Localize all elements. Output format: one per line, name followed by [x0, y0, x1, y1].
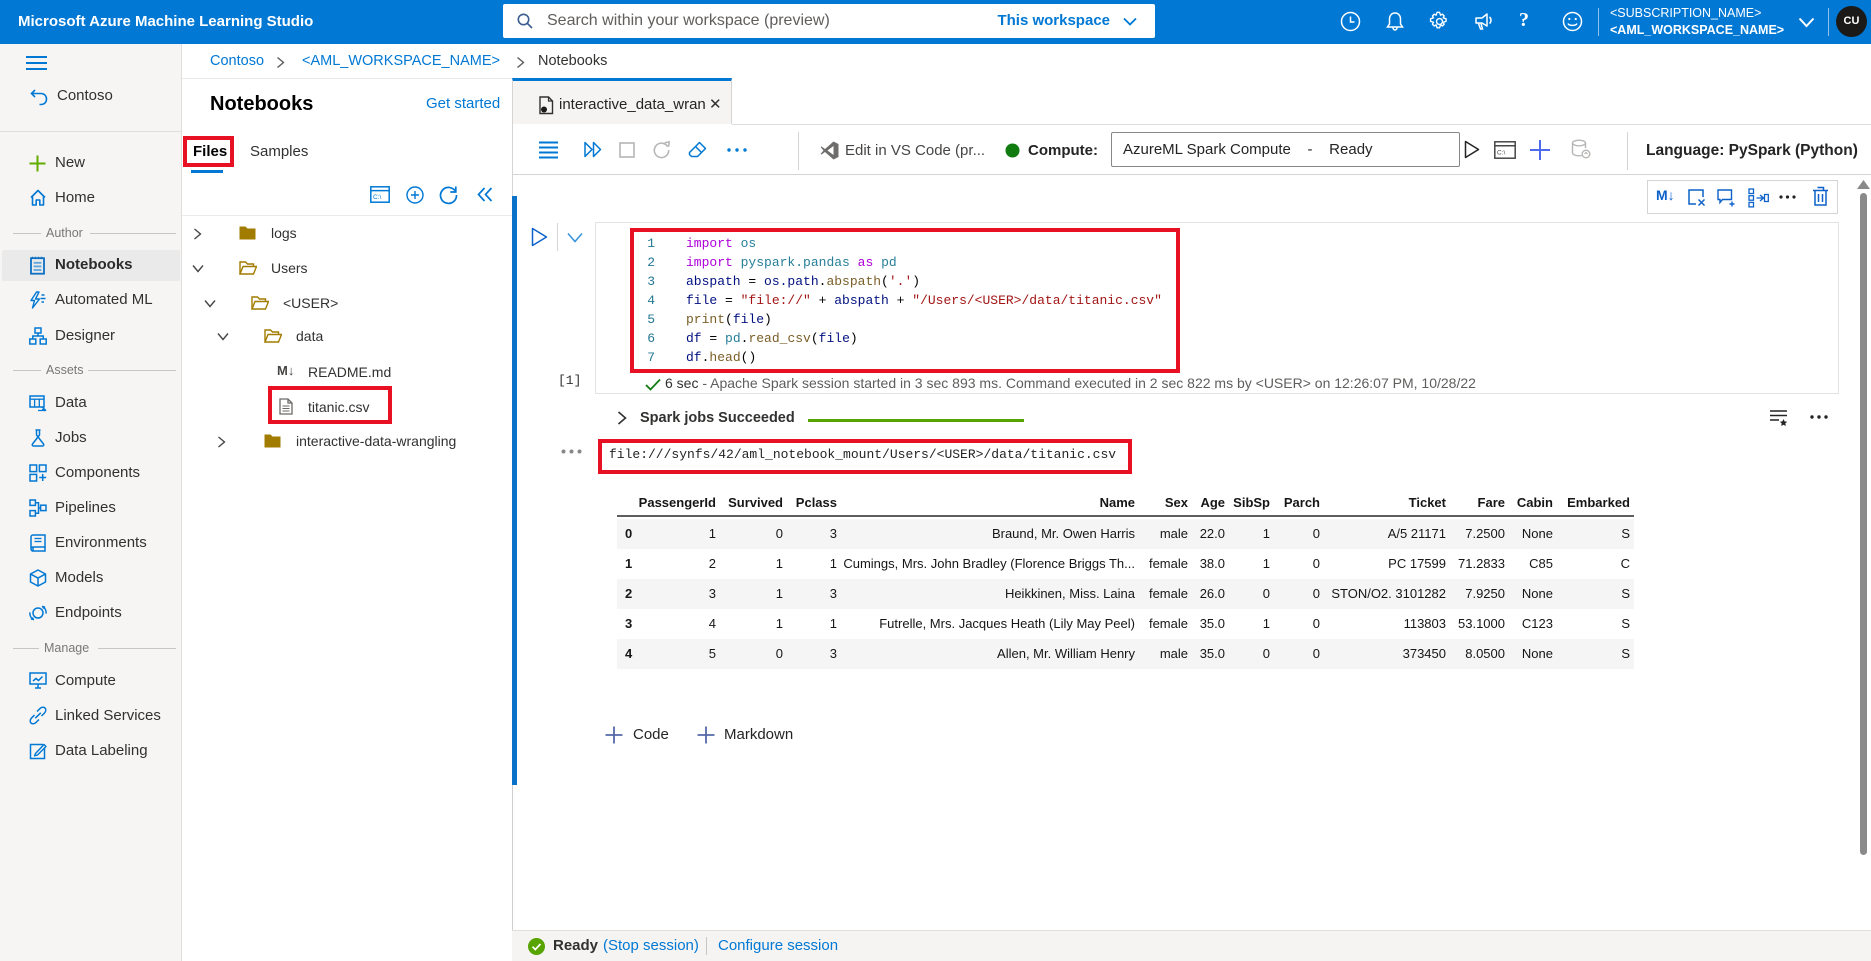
svg-text:C:\: C:\ — [373, 194, 382, 201]
svg-text:C:\: C:\ — [1497, 150, 1506, 157]
